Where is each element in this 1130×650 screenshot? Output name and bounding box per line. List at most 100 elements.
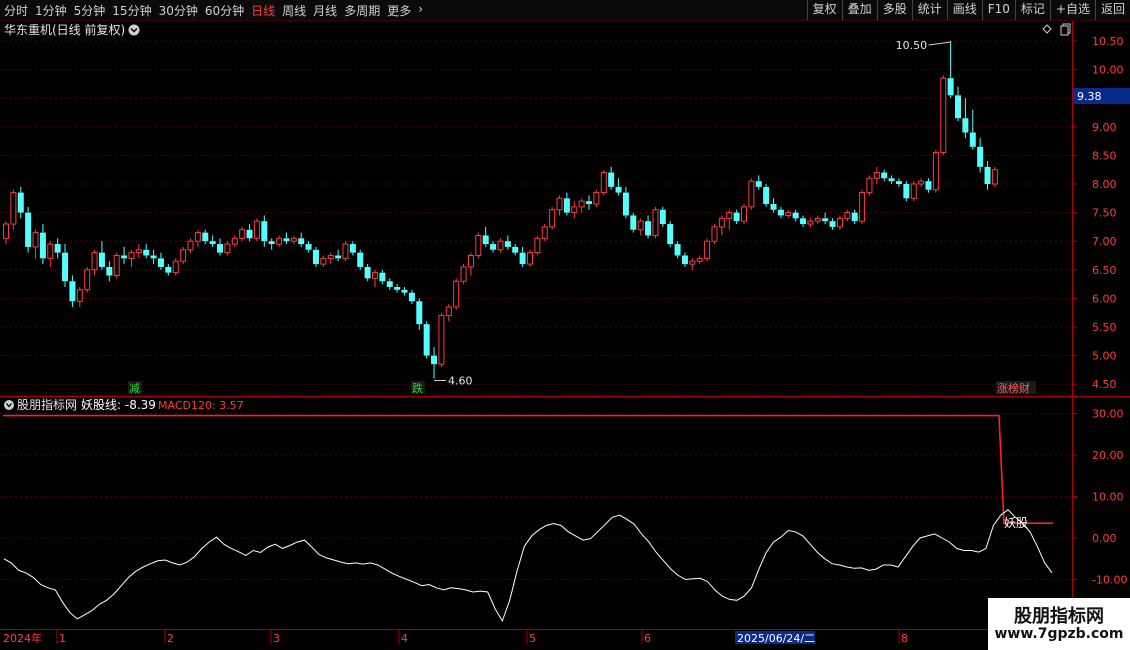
price-tick-label: 9.00 (1092, 121, 1117, 134)
candle (600, 169, 607, 196)
month-label: 4 (401, 632, 408, 645)
candle (689, 258, 696, 270)
candle (800, 215, 807, 227)
candle (113, 252, 120, 279)
marker-zhangbangcai[interactable]: 涨榜财 (996, 381, 1036, 395)
indicator-tick-label: 30.00 (1092, 408, 1124, 421)
candle (312, 246, 319, 267)
candle (925, 178, 932, 193)
candle (372, 269, 378, 287)
year-label: 2024年 (3, 631, 42, 645)
candle (386, 278, 393, 290)
candle (844, 209, 851, 222)
candle (859, 189, 866, 225)
candle (320, 255, 327, 267)
price-tick-label: 5.50 (1092, 321, 1117, 334)
marker-jian[interactable]: 减 (128, 381, 142, 395)
candle (438, 312, 445, 368)
candle (246, 224, 253, 242)
candle (202, 229, 209, 245)
candle (733, 209, 740, 225)
candle (379, 269, 386, 285)
candle (39, 224, 46, 265)
candle (423, 321, 430, 359)
candle (10, 189, 17, 230)
candle (32, 229, 39, 259)
candle (969, 109, 976, 150)
candle (991, 166, 998, 187)
candle (62, 244, 69, 287)
candle (327, 252, 334, 265)
price-tick-label: 8.50 (1092, 149, 1117, 162)
candle (962, 98, 969, 139)
candle (667, 221, 674, 247)
candle (482, 226, 489, 247)
candle (401, 286, 408, 296)
indicator-grid (0, 413, 1072, 580)
candle (792, 209, 799, 222)
candle (416, 298, 423, 330)
stock-title: 华东重机(日线 前复权) (4, 22, 125, 37)
candle (763, 184, 770, 207)
candle (822, 212, 829, 225)
candle (431, 347, 438, 379)
min-price-annotation: 4.60 (434, 374, 473, 387)
candle (25, 206, 32, 253)
month-label: 8 (901, 632, 908, 645)
candle (541, 224, 548, 242)
marker-die[interactable]: 跌 (411, 381, 425, 395)
candle (932, 149, 939, 193)
candle (497, 238, 504, 253)
candle (977, 138, 984, 173)
candle (741, 204, 747, 225)
candle (276, 235, 283, 247)
candle (253, 218, 260, 242)
candle (335, 249, 342, 262)
candle (69, 275, 76, 307)
indicator-menu-icon[interactable] (4, 400, 14, 410)
diamond-icon[interactable] (1042, 24, 1052, 34)
price-tick-label: 4.50 (1092, 378, 1117, 391)
watermark: 股朋指标网 www.7gpzb.com (988, 598, 1130, 650)
copy-icon[interactable] (1060, 23, 1071, 36)
candle (881, 169, 888, 182)
max-price-annotation: 10.50 (896, 39, 951, 52)
candle (711, 224, 718, 245)
candle (76, 286, 83, 307)
candlesticks[interactable] (3, 41, 998, 379)
candle (305, 241, 312, 253)
candle (940, 75, 947, 156)
svg-text:跌: 跌 (412, 381, 423, 395)
candle (453, 278, 460, 310)
candle (652, 206, 659, 239)
candle (866, 175, 873, 196)
candle (47, 241, 54, 267)
candle (903, 181, 910, 202)
candle (364, 264, 371, 282)
candle (106, 261, 113, 282)
candle (194, 229, 201, 247)
watermark-title: 股朋指标网 (1014, 606, 1104, 627)
candle (549, 206, 556, 230)
candle (984, 161, 991, 190)
candle (357, 249, 364, 270)
stock-chart[interactable]: 10.5010.009.509.008.508.007.507.006.506.… (0, 0, 1130, 650)
chevron-down-icon[interactable] (128, 24, 140, 36)
candle (947, 41, 954, 99)
indicator-name: 股朋指标网 (17, 397, 77, 412)
indicator-tick-label: 0.00 (1092, 532, 1117, 545)
candle (681, 252, 688, 267)
current-price-label: 9.38 (1077, 90, 1102, 103)
yaokuxian-line (3, 509, 1053, 623)
candle (910, 181, 917, 202)
indicator-tick-label: 20.00 (1092, 449, 1124, 462)
candle (622, 186, 629, 219)
yaogu-signal-label: 妖股 (1004, 516, 1028, 530)
price-tick-label: 10.50 (1092, 35, 1124, 48)
candle (467, 252, 474, 276)
candle (918, 178, 925, 187)
candle (504, 235, 511, 250)
month-label: 2 (167, 632, 174, 645)
macd120-value: MACD120: 3.57 (158, 399, 244, 412)
candle (298, 232, 305, 247)
